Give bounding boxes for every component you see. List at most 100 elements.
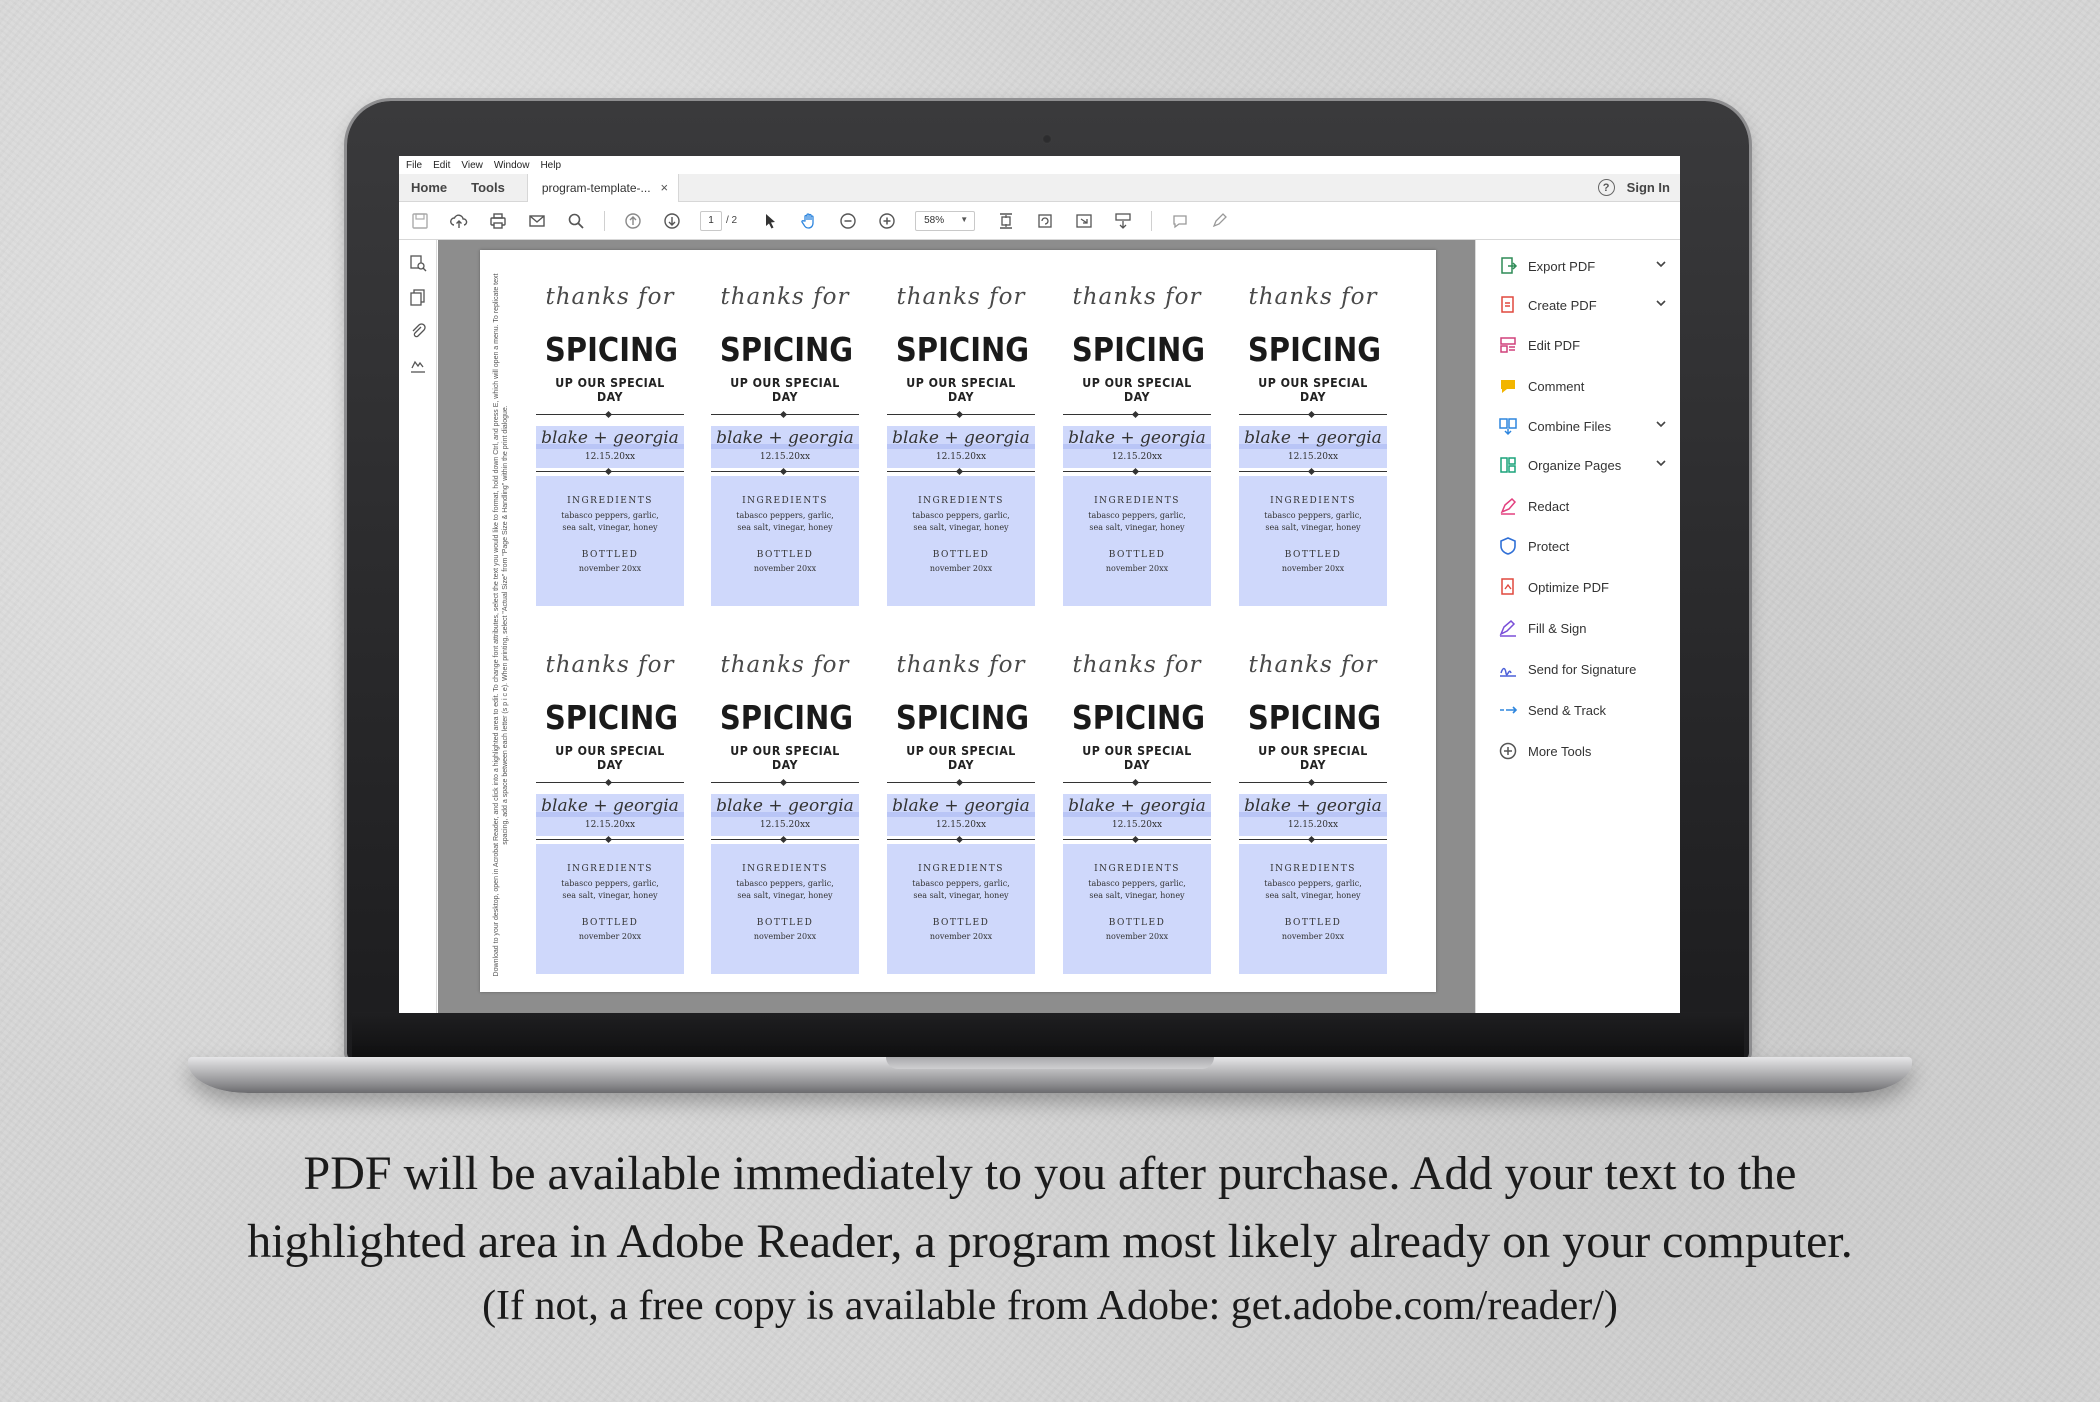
label-date[interactable]: 12.15.20xx [536,452,684,462]
ingredients-line[interactable]: tabasco peppers, garlic, [536,511,684,520]
save-icon[interactable] [409,210,431,232]
tool-send-track[interactable]: Send & Track [1498,699,1668,721]
label-names[interactable]: blake + georgia [1239,428,1387,448]
ingredients-line[interactable]: tabasco peppers, garlic, [711,879,859,888]
full-screen-icon[interactable] [1073,210,1095,232]
hand-tool-icon[interactable] [798,210,820,232]
bottled-date[interactable]: november 20xx [536,932,684,941]
label-date[interactable]: 12.15.20xx [1063,452,1211,462]
sign-in-button[interactable]: Sign In [1627,180,1670,195]
rotate-view-icon[interactable] [1034,210,1056,232]
tool-send-signature[interactable]: Send for Signature [1498,658,1668,680]
ingredients-line[interactable]: tabasco peppers, garlic, [887,879,1035,888]
close-tab-icon[interactable]: × [661,180,669,195]
label-date[interactable]: 12.15.20xx [536,820,684,830]
highlight-pen-icon[interactable] [1208,210,1230,232]
ingredients-line[interactable]: sea salt, vinegar, honey [1239,523,1387,532]
email-icon[interactable] [526,210,548,232]
bottled-date[interactable]: november 20xx [887,564,1035,573]
menu-file[interactable]: File [406,160,422,171]
menu-window[interactable]: Window [494,160,530,171]
next-page-icon[interactable] [661,210,683,232]
tab-home[interactable]: Home [399,180,459,195]
chevron-down-icon[interactable] [1654,296,1668,310]
tool-protect[interactable]: Protect [1498,535,1668,557]
label-date[interactable]: 12.15.20xx [1063,820,1211,830]
ingredients-line[interactable]: sea salt, vinegar, honey [711,891,859,900]
label-names[interactable]: blake + georgia [887,796,1035,816]
tool-fill-sign[interactable]: Fill & Sign [1498,617,1668,639]
label-date[interactable]: 12.15.20xx [1239,820,1387,830]
label-date[interactable]: 12.15.20xx [711,452,859,462]
chevron-down-icon[interactable] [1654,257,1668,271]
tab-document[interactable]: program-template-... × [526,173,680,202]
tab-tools[interactable]: Tools [459,180,517,195]
label-names[interactable]: blake + georgia [536,796,684,816]
menu-view[interactable]: View [461,160,483,171]
tool-organize-pages[interactable]: Organize Pages [1498,454,1668,476]
zoom-out-icon[interactable] [837,210,859,232]
help-icon[interactable]: ? [1597,179,1615,196]
tool-redact[interactable]: Redact [1498,495,1668,517]
attachment-icon[interactable] [409,322,429,342]
label-date[interactable]: 12.15.20xx [1239,452,1387,462]
ingredients-line[interactable]: sea salt, vinegar, honey [536,891,684,900]
tool-more-tools[interactable]: More Tools [1498,740,1668,762]
ingredients-line[interactable]: tabasco peppers, garlic, [1239,511,1387,520]
comment-bubble-icon[interactable] [1169,210,1191,232]
label-names[interactable]: blake + georgia [887,428,1035,448]
ingredients-line[interactable]: sea salt, vinegar, honey [1063,891,1211,900]
tool-edit-pdf[interactable]: Edit PDF [1498,334,1668,356]
label-names[interactable]: blake + georgia [536,428,684,448]
scroll-mode-icon[interactable] [1112,210,1134,232]
ingredients-line[interactable]: tabasco peppers, garlic, [1063,511,1211,520]
menu-help[interactable]: Help [540,160,561,171]
bottled-date[interactable]: november 20xx [1063,932,1211,941]
ingredients-line[interactable]: sea salt, vinegar, honey [536,523,684,532]
ingredients-line[interactable]: sea salt, vinegar, honey [1239,891,1387,900]
bottled-date[interactable]: november 20xx [536,564,684,573]
ingredients-line[interactable]: tabasco peppers, garlic, [1239,879,1387,888]
label-date[interactable]: 12.15.20xx [887,820,1035,830]
zoom-level-select[interactable]: 58% ▼ [915,210,976,231]
copy-pages-icon[interactable] [409,288,429,308]
page-number-input[interactable]: 1 [700,210,722,231]
ingredients-line[interactable]: sea salt, vinegar, honey [887,891,1035,900]
upload-cloud-icon[interactable] [448,210,470,232]
search-icon[interactable] [565,210,587,232]
print-icon[interactable] [487,210,509,232]
bottled-date[interactable]: november 20xx [887,932,1035,941]
ingredients-line[interactable]: tabasco peppers, garlic, [887,511,1035,520]
previous-page-icon[interactable] [622,210,644,232]
page-thumbnails-icon[interactable] [409,254,429,274]
chevron-down-icon[interactable] [1654,456,1668,470]
label-names[interactable]: blake + georgia [1063,428,1211,448]
tool-create-pdf[interactable]: Create PDF [1498,294,1668,316]
ingredients-line[interactable]: tabasco peppers, garlic, [1063,879,1211,888]
bottled-date[interactable]: november 20xx [711,564,859,573]
bottled-date[interactable]: november 20xx [1239,932,1387,941]
ingredients-line[interactable]: tabasco peppers, garlic, [536,879,684,888]
chevron-down-icon[interactable] [1654,417,1668,431]
tool-export-pdf[interactable]: Export PDF [1498,255,1668,277]
label-names[interactable]: blake + georgia [1239,796,1387,816]
tool-combine-files[interactable]: Combine Files [1498,415,1668,437]
label-date[interactable]: 12.15.20xx [887,452,1035,462]
label-names[interactable]: blake + georgia [711,796,859,816]
bottled-date[interactable]: november 20xx [711,932,859,941]
tool-optimize-pdf[interactable]: Optimize PDF [1498,576,1668,598]
ingredients-line[interactable]: sea salt, vinegar, honey [711,523,859,532]
fit-page-icon[interactable] [995,210,1017,232]
ingredients-line[interactable]: sea salt, vinegar, honey [887,523,1035,532]
label-names[interactable]: blake + georgia [711,428,859,448]
menu-edit[interactable]: Edit [433,160,450,171]
bottled-date[interactable]: november 20xx [1063,564,1211,573]
bottled-date[interactable]: november 20xx [1239,564,1387,573]
select-cursor-icon[interactable] [759,210,781,232]
tool-comment[interactable]: Comment [1498,375,1668,397]
label-names[interactable]: blake + georgia [1063,796,1211,816]
zoom-in-icon[interactable] [876,210,898,232]
ingredients-line[interactable]: tabasco peppers, garlic, [711,511,859,520]
document-viewport[interactable]: Download to your desktop, open in Acroba… [438,240,1475,1013]
signature-pane-icon[interactable] [409,356,429,376]
